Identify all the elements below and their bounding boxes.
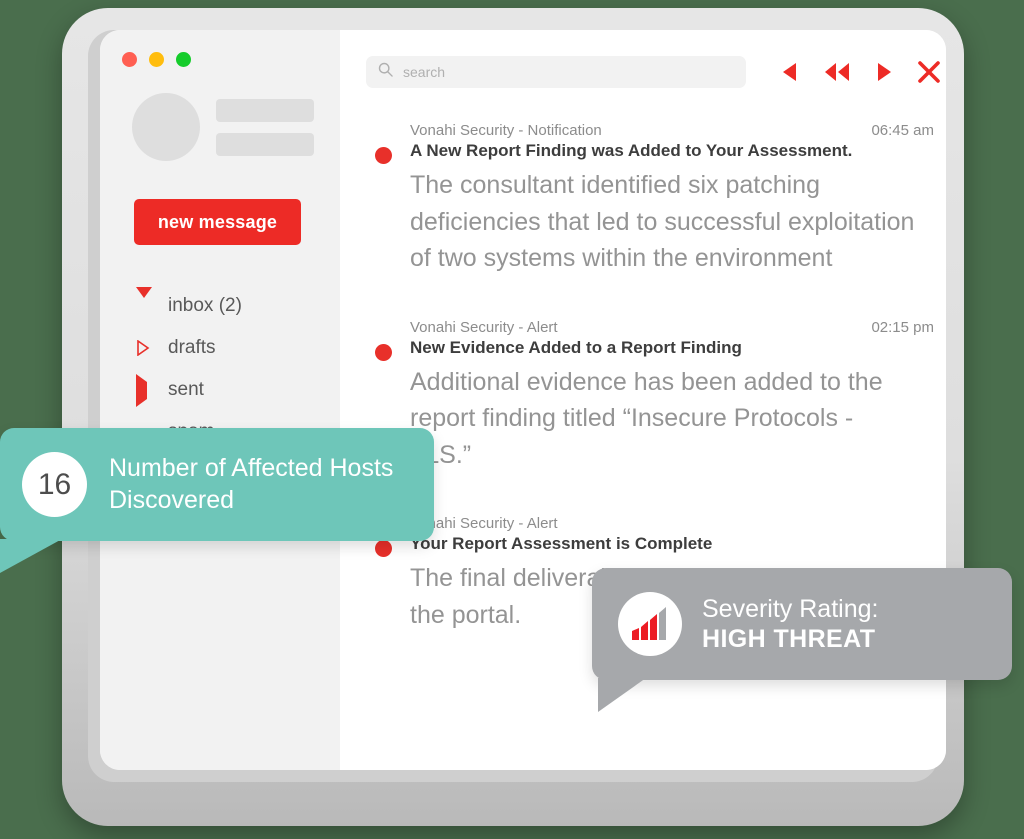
toolbar bbox=[366, 56, 940, 88]
affected-hosts-count-badge: 16 bbox=[22, 452, 87, 517]
message-sender: Vonahi Security - Alert bbox=[410, 318, 558, 336]
affected-hosts-callout: 16 Number of Affected Hosts Discovered bbox=[0, 428, 434, 541]
double-triangle-left-icon[interactable] bbox=[824, 62, 850, 82]
message-item[interactable]: Vonahi Security - Notification 06:45 am … bbox=[366, 122, 940, 277]
signal-bars-icon bbox=[618, 592, 682, 656]
search-input[interactable] bbox=[403, 64, 734, 80]
severity-text-block: Severity Rating: HIGH THREAT bbox=[702, 594, 878, 655]
minimize-window-dot[interactable] bbox=[149, 52, 164, 67]
search-icon bbox=[378, 62, 393, 82]
sidebar-item-label: inbox (2) bbox=[168, 295, 242, 316]
triangle-left-icon[interactable] bbox=[782, 62, 798, 82]
maximize-window-dot[interactable] bbox=[176, 52, 191, 67]
message-subject: New Evidence Added to a Report Finding bbox=[410, 337, 742, 357]
message-sender: Vonahi Security - Notification bbox=[410, 122, 602, 139]
message-header: Vonahi Security - Notification 06:45 am bbox=[410, 122, 940, 139]
close-x-icon[interactable] bbox=[918, 61, 940, 83]
severity-rating-callout: Severity Rating: HIGH THREAT bbox=[592, 568, 1012, 680]
triangle-down-icon bbox=[136, 287, 152, 315]
new-message-button[interactable]: new message bbox=[134, 199, 301, 245]
triangle-right-icon[interactable] bbox=[876, 62, 892, 82]
profile-placeholder-line bbox=[216, 98, 314, 122]
message-time: 06:45 am bbox=[871, 122, 934, 139]
close-window-dot[interactable] bbox=[122, 52, 137, 67]
sidebar-item-label: drafts bbox=[168, 337, 216, 358]
sidebar-item-sent[interactable]: sent bbox=[136, 369, 340, 411]
sidebar-item-drafts[interactable]: drafts bbox=[136, 327, 340, 369]
message-time: 02:15 pm bbox=[871, 318, 934, 336]
severity-value: HIGH THREAT bbox=[702, 625, 876, 653]
window-controls bbox=[100, 52, 340, 67]
unread-dot bbox=[375, 540, 392, 557]
triangle-right-icon bbox=[136, 374, 150, 407]
profile-placeholder-line bbox=[216, 132, 314, 156]
avatar bbox=[132, 93, 200, 161]
triangle-right-outline-icon bbox=[136, 339, 150, 357]
message-body: Additional evidence has been added to th… bbox=[410, 367, 883, 469]
message-header: Vonahi Security - Alert 02:15 pm bbox=[410, 319, 940, 336]
affected-hosts-label: Number of Affected Hosts Discovered bbox=[109, 454, 394, 514]
sidebar-item-label: sent bbox=[168, 379, 204, 400]
profile-placeholder-lines bbox=[216, 98, 314, 156]
sidebar: new message inbox (2) drafts sent bbox=[100, 30, 340, 770]
profile-block bbox=[100, 93, 340, 161]
message-subject: A New Report Finding was Added to Your A… bbox=[410, 141, 853, 160]
message-header: Vonahi Security - Alert bbox=[410, 515, 940, 532]
unread-dot bbox=[375, 343, 392, 361]
message-item[interactable]: Vonahi Security - Alert 02:15 pm New Evi… bbox=[366, 319, 940, 474]
severity-label: Severity Rating: bbox=[702, 594, 879, 623]
message-body: The consultant identified six patching d… bbox=[410, 171, 915, 272]
message-subject: Your Report Assessment is Complete bbox=[410, 534, 713, 553]
sidebar-item-inbox[interactable]: inbox (2) bbox=[136, 285, 340, 327]
unread-dot bbox=[375, 147, 392, 164]
search-box[interactable] bbox=[366, 56, 746, 88]
message-nav-controls bbox=[782, 61, 940, 83]
